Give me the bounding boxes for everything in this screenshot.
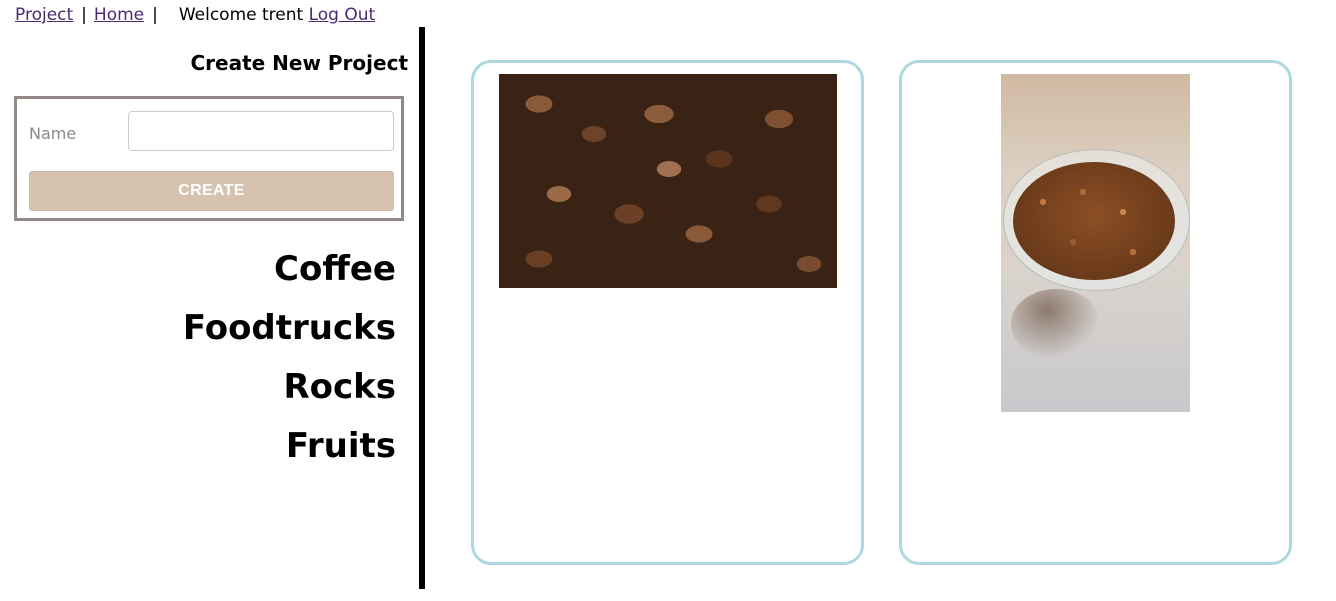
image-card[interactable] bbox=[899, 60, 1292, 565]
beans-in-bowl bbox=[1013, 162, 1175, 280]
project-item-fruits[interactable]: Fruits bbox=[183, 417, 396, 476]
project-item-foodtrucks[interactable]: Foodtrucks bbox=[183, 299, 396, 358]
name-input[interactable] bbox=[128, 111, 394, 151]
create-button[interactable]: CREATE bbox=[29, 171, 394, 211]
coffee-beans-image[interactable] bbox=[499, 74, 837, 288]
name-label: Name bbox=[29, 124, 77, 143]
image-card[interactable] bbox=[471, 60, 864, 565]
project-list: Coffee Foodtrucks Rocks Fruits bbox=[183, 240, 396, 476]
create-project-title: Create New Project bbox=[190, 51, 408, 75]
create-project-form: Name CREATE bbox=[14, 96, 404, 221]
project-item-rocks[interactable]: Rocks bbox=[183, 358, 396, 417]
sidebar: Create New Project Name CREATE Coffee Fo… bbox=[0, 0, 420, 601]
coffee-bowl-image[interactable] bbox=[1001, 74, 1190, 412]
project-item-coffee[interactable]: Coffee bbox=[183, 240, 396, 299]
vertical-divider bbox=[419, 27, 425, 589]
bowl-shadow bbox=[1011, 289, 1101, 359]
